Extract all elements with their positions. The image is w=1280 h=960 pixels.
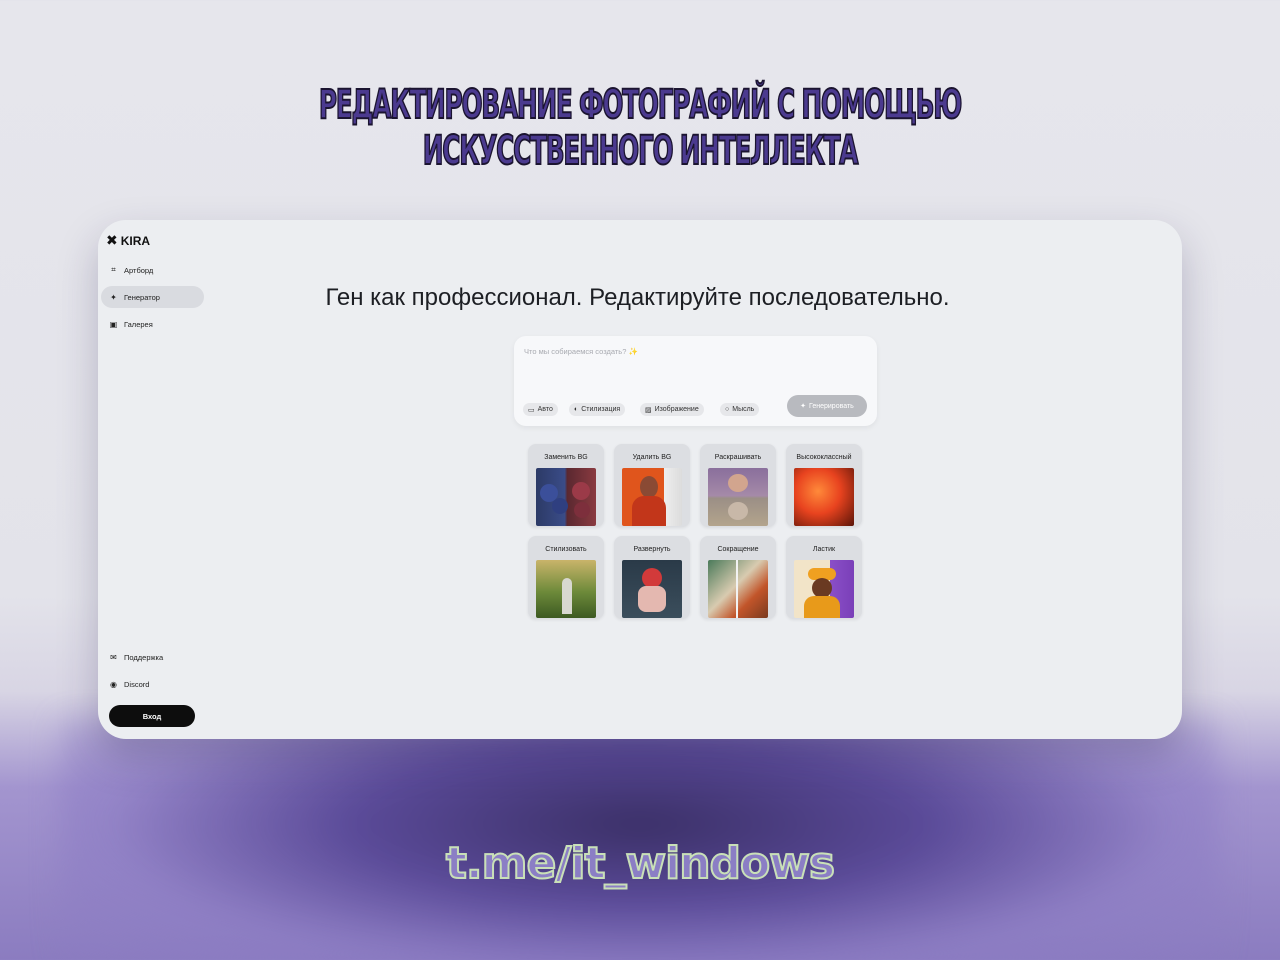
kira-logo-icon: ✖ <box>106 232 118 248</box>
bulb-icon: ○ <box>725 406 730 413</box>
generate-button[interactable]: ✦ Генерировать <box>787 395 867 417</box>
palette-icon: ◐ <box>574 406 579 413</box>
chip-thought[interactable]: ○ Мысль <box>720 403 760 416</box>
tool-thumbnail <box>536 468 596 526</box>
sidebar-item-discord[interactable]: ◉ Discord <box>101 673 204 695</box>
footer-link[interactable]: t.me/it_windows <box>0 837 1280 890</box>
tool-thumbnail <box>622 560 682 618</box>
tool-card-reduce[interactable]: Сокращение <box>700 536 776 619</box>
tool-card-colorize[interactable]: Раскрашивать <box>700 444 776 527</box>
logo-text: KIRA <box>120 233 151 248</box>
image-icon: ▨ <box>645 406 652 414</box>
sidebar-item-label: Галерея <box>124 319 153 329</box>
tool-card-eraser[interactable]: Ластик <box>786 536 862 619</box>
sidebar-item-gallery[interactable]: ▣ Галерея <box>101 313 204 335</box>
chip-auto[interactable]: ▭ Авто <box>523 403 558 416</box>
hero-title-wrap: Ген как профессионал. Редактируйте после… <box>98 284 1182 312</box>
chip-image[interactable]: ▨ Изображение <box>640 403 704 416</box>
prompt-input[interactable]: Что мы собираемся создать? ✨ <box>524 347 638 356</box>
app-window: ✖ KIRA ⌗ Артборд ✦ Генератор ▣ Галерея ✉… <box>98 220 1182 739</box>
tool-thumbnail <box>622 468 682 526</box>
tool-thumbnail <box>708 468 768 526</box>
tool-card-remove-bg[interactable]: Удалить BG <box>614 444 690 527</box>
mail-icon: ✉ <box>110 652 117 662</box>
tool-thumbnail <box>536 560 596 618</box>
tool-card-replace-bg[interactable]: Заменить BG <box>528 444 604 527</box>
page-title: Ген как профессионал. Редактируйте после… <box>325 284 950 311</box>
sparkle-icon: ✨ <box>628 347 638 356</box>
tool-thumbnail <box>794 468 854 526</box>
sidebar-item-label: Артборд <box>124 265 154 275</box>
login-button[interactable]: Вход <box>109 705 195 727</box>
tool-thumbnail <box>794 560 854 618</box>
tool-card-upscale[interactable]: Высококлассный <box>786 444 862 527</box>
tool-card-expand[interactable]: Развернуть <box>614 536 690 619</box>
sidebar-item-artboard[interactable]: ⌗ Артборд <box>101 259 204 281</box>
artboard-icon: ⌗ <box>111 265 116 274</box>
tool-thumbnail <box>708 560 768 618</box>
logo[interactable]: ✖ KIRA <box>106 232 150 249</box>
tool-card-stylize[interactable]: Стилизовать <box>528 536 604 619</box>
page-headline: РЕДАКТИРОВАНИЕ ФОТОГРАФИЙ С ПОМОЩЬЮ ИСКУ… <box>318 81 963 175</box>
prompt-box[interactable]: Что мы собираемся создать? ✨ ▭ Авто ◐ Ст… <box>514 336 877 426</box>
sidebar-item-support[interactable]: ✉ Поддержка <box>101 646 204 668</box>
sparkle-icon: ✦ <box>800 403 807 410</box>
card-icon: ▭ <box>528 406 535 414</box>
sidebar-item-label: Discord <box>124 679 150 689</box>
discord-icon: ◉ <box>110 679 117 689</box>
sidebar-item-label: Поддержка <box>124 652 164 662</box>
gallery-icon: ▣ <box>109 319 118 329</box>
chip-stylization[interactable]: ◐ Стилизация <box>569 403 626 416</box>
